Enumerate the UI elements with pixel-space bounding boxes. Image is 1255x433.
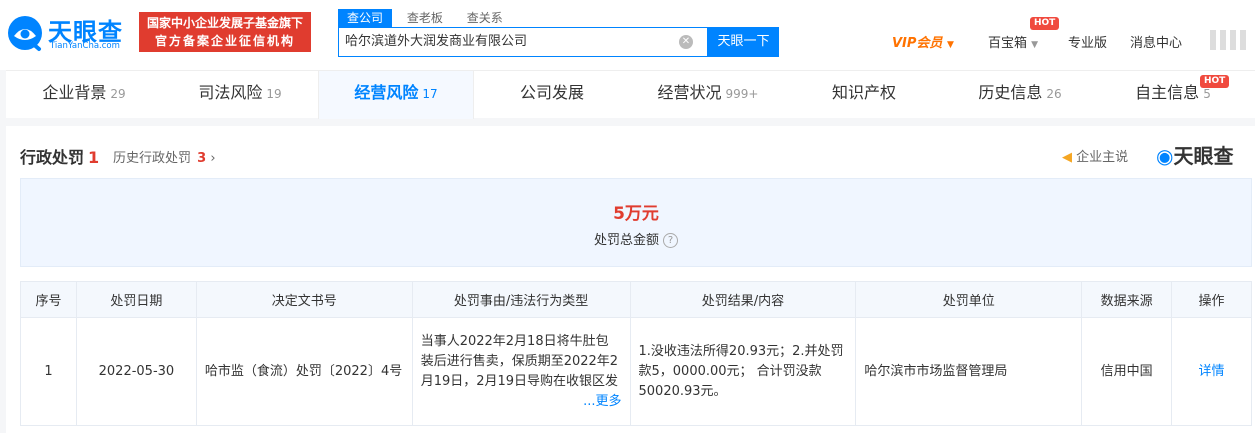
col-header-action: 操作 [1171,281,1252,318]
col-header-doc-no: 决定文书号 [195,281,413,318]
tab-label: 司法风险 [198,83,263,102]
tianyancha-small-icon: ◉ [1156,144,1174,168]
chevron-down-icon: ▼ [946,40,954,50]
table-row: 1 2022-05-30 哈市监（食流）处罚〔2022〕4号 当事人2022年2… [20,317,1252,426]
cell-action: 详情 [1171,317,1252,426]
search-tab-company[interactable]: 查公司 [338,9,393,27]
official-badge: 国家中小企业发展子基金旗下 官方备案企业征信机构 [139,12,311,52]
tab-label: 企业背景 [42,83,107,102]
col-header-result: 处罚结果/内容 [629,281,857,318]
section-count: 1 [88,148,100,167]
search-tab-boss[interactable]: 查老板 [398,9,452,27]
logo-domain: TianYanCha.com [50,41,120,51]
tab-operating-risk[interactable]: 经营风险 17 [318,71,474,119]
table-header-row: 序号 处罚日期 决定文书号 处罚事由/违法行为类型 处罚结果/内容 处罚单位 数… [20,281,1252,318]
tab-count: 29 [110,87,126,101]
enterprise-says-label: 企业主说 [1076,150,1129,165]
section-title: 行政处罚 1 [20,144,99,168]
tab-legal-risk[interactable]: 司法风险 19 [162,71,318,119]
reason-text: 当事人2022年2月18日将牛肚包装后进行售卖，保质期至2022年2月19日，2… [420,333,619,389]
penalty-summary: 5万元 处罚总金额? [20,178,1252,267]
message-center-link[interactable]: 消息中心 [1130,32,1182,51]
enterprise-says-link[interactable]: ◀ 企业主说 [1062,146,1128,165]
cell-index: 1 [20,317,77,426]
tab-label: 经营状况 [657,83,722,102]
search-button[interactable]: 天眼一下 [708,27,779,57]
vip-label: VIP会员 [892,36,943,51]
logo[interactable]: 天眼查 TianYanCha.com [6,12,134,54]
vip-member-link[interactable]: VIP会员 ▼ [892,32,954,51]
col-header-date: 处罚日期 [75,281,197,318]
history-label: 历史行政处罚 [113,151,192,166]
search-type-tabs: 查公司 查老板 查关系 [338,9,514,27]
pro-version-link[interactable]: 专业版 [1068,32,1107,51]
tab-count: 19 [266,87,282,101]
avatar[interactable] [1210,30,1246,50]
badge-line-1: 国家中小企业发展子基金旗下 [146,16,303,30]
search-tab-relation[interactable]: 查关系 [458,9,512,27]
brand-watermark: ◉天眼查 [1156,140,1233,169]
admin-penalty-panel: 行政处罚 1 历史行政处罚 3 › ◀ 企业主说 ◉天眼查 5万元 处罚总金额? … [6,126,1255,433]
search-input[interactable]: 哈尔滨道外大润发商业有限公司 ✕ [338,27,708,57]
hot-badge: HOT [1200,75,1230,88]
more-link[interactable]: ...更多 [583,394,621,409]
brand-label: 天眼查 [1173,144,1234,168]
cell-date: 2022-05-30 [75,317,197,426]
search-input-value[interactable]: 哈尔滨道外大润发商业有限公司 [345,28,527,56]
tab-label: 历史信息 [978,83,1043,102]
history-penalty-link[interactable]: 历史行政处罚 3 › [113,147,216,166]
tab-count: 17 [422,87,438,101]
cell-doc-no: 哈市监（食流）处罚〔2022〕4号 [195,317,413,426]
history-count: 3 [197,151,207,166]
tab-label: 自主信息 [1135,83,1200,102]
col-header-unit: 处罚单位 [855,281,1083,318]
baibaoxiang-label: 百宝箱 [988,36,1028,51]
main-tabs: 企业背景 29 司法风险 19 经营风险 17 公司发展 经营状况 999+ 知识产权 … [6,70,1255,119]
help-icon[interactable]: ? [663,233,678,248]
col-header-index: 序号 [20,281,77,318]
penalty-table: 序号 处罚日期 决定文书号 处罚事由/违法行为类型 处罚结果/内容 处罚单位 数… [20,281,1252,426]
cell-unit: 哈尔滨市市场监督管理局 [855,317,1083,426]
tab-count: 5 [1203,87,1211,101]
tab-company-development[interactable]: 公司发展 [474,71,630,119]
top-bar: 天眼查 TianYanCha.com 国家中小企业发展子基金旗下 官方备案企业征… [0,0,1255,70]
tab-history-info[interactable]: 历史信息 26 [942,71,1098,119]
col-header-source: 数据来源 [1081,281,1173,318]
total-penalty-amount: 5万元 [613,204,659,224]
tab-company-background[interactable]: 企业背景 29 [6,71,162,119]
tab-count: 26 [1046,87,1062,101]
tab-label: 知识产权 [831,83,896,102]
chevron-down-icon: ▼ [1031,40,1039,50]
tab-intellectual-property[interactable]: 知识产权 [786,71,942,119]
tab-count: 999+ [725,87,759,101]
badge-line-2: 官方备案企业征信机构 [154,34,295,48]
megaphone-icon: ◀ [1062,150,1072,165]
tab-label: 经营风险 [354,83,419,102]
chevron-right-icon: › [210,151,216,166]
section-title-label: 行政处罚 [20,148,85,167]
baibaoxiang-link[interactable]: 百宝箱 ▼ [988,32,1038,51]
hot-badge: HOT [1030,17,1060,30]
total-penalty-label: 处罚总金额 [593,233,659,248]
cell-source: 信用中国 [1081,317,1173,426]
tianyancha-logo-icon [8,16,42,51]
detail-link[interactable]: 详情 [1199,364,1225,379]
total-penalty-label-wrap: 处罚总金额? [21,229,1251,248]
cell-result: 1.没收违法所得20.93元；2.并处罚款5，0000.00元； 合计罚没款50… [629,317,857,426]
tab-label: 公司发展 [519,83,584,102]
col-header-reason: 处罚事由/违法行为类型 [411,281,631,318]
clear-icon[interactable]: ✕ [679,35,693,49]
cell-reason: 当事人2022年2月18日将牛肚包装后进行售卖，保质期至2022年2月19日，2… [411,317,631,426]
tab-business-status[interactable]: 经营状况 999+ [630,71,786,119]
